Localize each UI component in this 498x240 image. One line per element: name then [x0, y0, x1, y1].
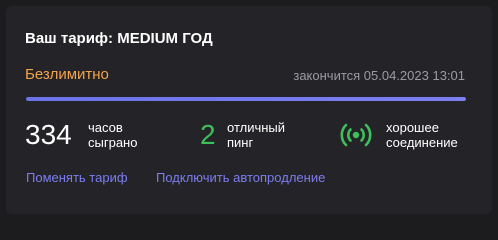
- tariff-progress-fill: [26, 97, 466, 101]
- hours-played-value: 334: [25, 119, 72, 150]
- signal-broadcast-icon: [340, 123, 372, 147]
- expiry-date: закончится 05.04.2023 13:01: [293, 68, 465, 83]
- ping-label: отличный пинг: [227, 120, 286, 150]
- tariff-plan-name: Безлимитно: [25, 66, 109, 83]
- connection-quality-label: хорошее соединение: [386, 120, 458, 150]
- tariff-card: Ваш тариф: MEDIUM ГОД Безлимитно закончи…: [6, 6, 492, 214]
- change-tariff-link[interactable]: Поменять тариф: [26, 170, 128, 185]
- ping-value: 2: [200, 119, 216, 150]
- enable-autorenew-link[interactable]: Подключить автопродление: [156, 170, 325, 185]
- hours-played-label: часов сыграно: [88, 120, 138, 150]
- tariff-progress-bar: [26, 97, 466, 101]
- tariff-title: Ваш тариф: MEDIUM ГОД: [25, 30, 213, 47]
